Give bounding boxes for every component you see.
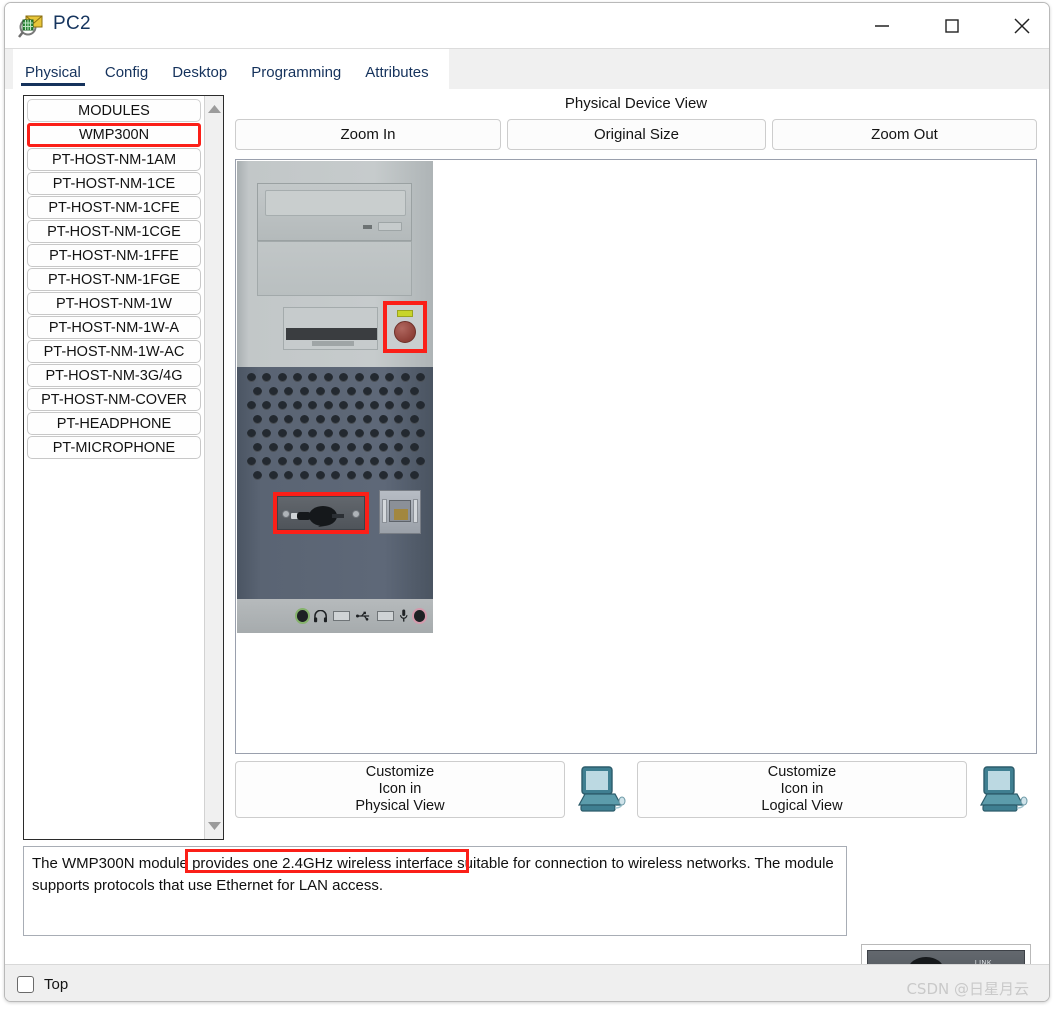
customize-logical-line3: Logical View [761,798,843,814]
bracket-tab [382,499,387,523]
module-item-1cge[interactable]: PT-HOST-NM-1CGE [27,220,201,243]
module-item-1ffe[interactable]: PT-HOST-NM-1FFE [27,244,201,267]
pc-rear-grille [237,367,433,599]
maximize-button[interactable] [920,3,984,48]
packet-tracer-icon [17,11,47,41]
power-led-icon [397,310,413,317]
physical-device-view-title: Physical Device View [564,95,708,112]
top-checkbox[interactable] [17,976,34,993]
pc-io-panel [237,599,433,633]
usb-port-icon [333,611,351,621]
title-bar: PC2 [5,3,1049,49]
module-item-microphone[interactable]: PT-MICROPHONE [27,436,201,459]
tab-strip: Physical Config Desktop Programming Attr… [5,49,1049,89]
module-item-1cfe[interactable]: PT-HOST-NM-1CFE [27,196,201,219]
io-port-row [297,608,426,624]
tab-physical-label: Physical [25,64,81,81]
usb-symbol-icon [356,611,370,621]
module-item-1w[interactable]: PT-HOST-NM-1W [27,292,201,315]
tab-programming-label: Programming [251,64,342,81]
screw-icon [282,510,290,518]
floppy-slot [286,328,377,340]
cd-led-icon [363,225,372,229]
audio-out-jack-icon [297,610,309,622]
physical-device-view-panel: Physical Device View Zoom In Original Si… [233,89,1039,849]
device-window: PC2 Physical Config Desktop Programming … [4,2,1050,1002]
zoom-in-button[interactable]: Zoom In [235,119,501,150]
wmp300n-module[interactable] [277,496,365,530]
screw-icon [352,510,360,518]
usb-port-icon [377,611,395,621]
module-item-1am[interactable]: PT-HOST-NM-1AM [27,148,201,171]
zoom-out-button[interactable]: Zoom Out [772,119,1037,150]
customize-logical-line1: Customize [767,764,837,780]
pc-front-panel [237,161,433,367]
headphone-icon [314,609,328,622]
minimize-button[interactable] [850,3,914,48]
tab-attributes[interactable]: Attributes [353,64,440,89]
module-item-3g4g[interactable]: PT-HOST-NM-3G/4G [27,364,201,387]
link-led-icon [332,514,344,518]
pc-monitor-icon[interactable] [571,761,629,818]
customize-physical-line1: Customize [365,764,435,780]
module-item-1w-a[interactable]: PT-HOST-NM-1W-A [27,316,201,339]
bracket-tab [413,499,418,523]
customize-logical-line2: Icon in [780,781,824,797]
customize-physical-line2: Icon in [378,781,422,797]
modules-scrollbar[interactable] [204,96,223,839]
window-title: PC2 [53,13,91,34]
scroll-down-arrow-icon[interactable] [205,816,223,835]
module-description-text: The WMP300N module provides one 2.4GHz w… [32,855,834,894]
tab-physical[interactable]: Physical [13,64,93,89]
tab-desktop[interactable]: Desktop [160,64,239,89]
customize-icon-logical-view-button[interactable]: Customize Icon in Logical View [637,761,967,818]
tab-config[interactable]: Config [93,64,160,89]
module-item-1ce[interactable]: PT-HOST-NM-1CE [27,172,201,195]
power-button[interactable] [394,321,416,343]
close-button[interactable] [990,3,1049,48]
tab-desktop-label: Desktop [172,64,228,81]
rj45-port-icon [389,500,411,522]
blank-drive-bay [257,241,412,296]
customize-physical-line3: Physical View [355,798,445,814]
scroll-up-arrow-icon[interactable] [205,100,223,119]
cd-tray [265,190,406,216]
wmp300n-module-highlight [273,492,369,534]
module-item-1fge[interactable]: PT-HOST-NM-1FGE [27,268,201,291]
module-item-1w-ac[interactable]: PT-HOST-NM-1W-AC [27,340,201,363]
floppy-drive-bay [283,307,378,350]
tab-attributes-label: Attributes [365,64,429,81]
module-item-headphone[interactable]: PT-HEADPHONE [27,412,201,435]
tab-programming[interactable]: Programming [239,64,353,89]
cd-eject-button[interactable] [378,222,402,231]
modules-list: MODULES WMP300N PT-HOST-NM-1AM PT-HOST-N… [24,96,204,460]
bottom-bar: Top CSDN @日星月云 [5,964,1049,1001]
module-item-cover[interactable]: PT-HOST-NM-COVER [27,388,201,411]
top-checkbox-label: Top [44,976,69,993]
cd-drive-bay [257,183,412,241]
module-description-panel: The WMP300N module provides one 2.4GHz w… [23,846,847,936]
pc-monitor-icon[interactable] [973,761,1031,818]
device-canvas[interactable] [235,159,1037,754]
pc-chassis-image[interactable] [237,161,433,633]
power-button-highlight [383,301,427,353]
modules-panel: MODULES WMP300N PT-HOST-NM-1AM PT-HOST-N… [23,95,224,840]
tab-config-label: Config [104,64,149,81]
watermark: CSDN @日星月云 [906,980,1029,998]
main-body: MODULES WMP300N PT-HOST-NM-1AM PT-HOST-N… [5,89,1049,994]
ethernet-port-module[interactable] [379,490,421,534]
original-size-button[interactable]: Original Size [507,119,766,150]
modules-header: MODULES [27,99,201,122]
mic-in-jack-icon [413,610,426,622]
module-item-wmp300n[interactable]: WMP300N [27,123,201,147]
microphone-icon [400,609,408,622]
floppy-lip [312,341,354,346]
customize-icon-physical-view-button[interactable]: Customize Icon in Physical View [235,761,565,818]
